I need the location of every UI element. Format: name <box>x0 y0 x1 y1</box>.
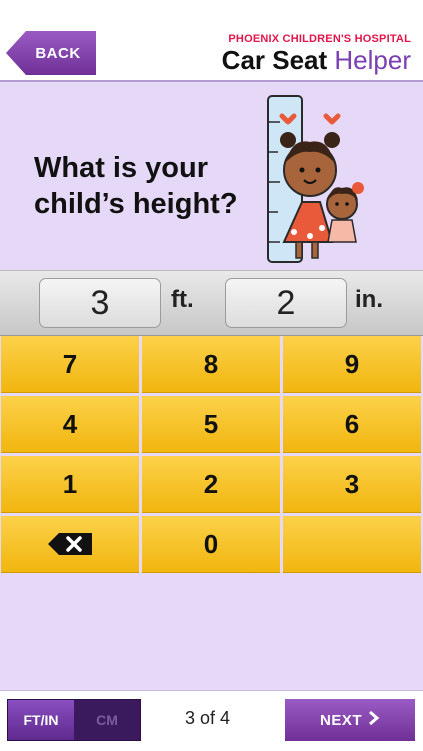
key-8[interactable]: 8 <box>142 336 280 393</box>
key-4[interactable]: 4 <box>1 396 139 453</box>
key-0[interactable]: 0 <box>142 516 280 573</box>
height-entry-bar: 3 ft. 2 in. <box>0 270 423 336</box>
child-height-illustration <box>267 95 364 263</box>
inches-input[interactable]: 2 <box>225 278 347 328</box>
key-5[interactable]: 5 <box>142 396 280 453</box>
key-6[interactable]: 6 <box>283 396 421 453</box>
brand-app-name: Car Seat Helper <box>222 46 411 74</box>
key-1[interactable]: 1 <box>1 456 139 513</box>
inches-unit-label: in. <box>355 286 383 313</box>
key-2[interactable]: 2 <box>142 456 280 513</box>
top-bar: BACK PHOENIX CHILDREN'S HOSPITAL Car Sea… <box>0 0 423 82</box>
backspace-icon <box>46 531 94 557</box>
key-blank <box>283 516 421 573</box>
back-button[interactable]: BACK <box>6 31 96 75</box>
unit-toggle: FT/IN CM <box>7 699 141 741</box>
feet-unit-label: ft. <box>171 286 194 313</box>
next-button[interactable]: NEXT <box>285 699 415 741</box>
brand-logo: PHOENIX CHILDREN'S HOSPITAL Car Seat Hel… <box>222 33 411 74</box>
question-line-2: child’s height? <box>34 188 238 220</box>
bottom-bar: FT/IN CM 3 of 4 NEXT <box>0 690 423 751</box>
feet-input[interactable]: 3 <box>39 278 161 328</box>
key-3[interactable]: 3 <box>283 456 421 513</box>
key-7[interactable]: 7 <box>1 336 139 393</box>
page-indicator: 3 of 4 <box>185 708 231 728</box>
brand-app-name-light: Helper <box>334 45 411 75</box>
back-button-label: BACK <box>35 44 81 62</box>
brand-hospital-name: PHOENIX CHILDREN'S HOSPITAL <box>228 33 411 45</box>
key-delete[interactable] <box>1 516 139 573</box>
next-button-label: NEXT <box>319 711 362 729</box>
unit-option-cm[interactable]: CM <box>74 700 140 740</box>
question-title: What is your child’s height? <box>34 150 264 222</box>
number-keypad: 7 8 9 4 5 6 1 2 3 0 <box>1 336 421 576</box>
key-9[interactable]: 9 <box>283 336 421 393</box>
unit-option-ft-in[interactable]: FT/IN <box>8 700 74 740</box>
question-line-1: What is your <box>34 152 209 184</box>
question-panel: What is your child’s height? <box>0 82 423 270</box>
chevron-right-icon <box>368 710 380 730</box>
brand-app-name-bold: Car Seat <box>221 45 328 75</box>
